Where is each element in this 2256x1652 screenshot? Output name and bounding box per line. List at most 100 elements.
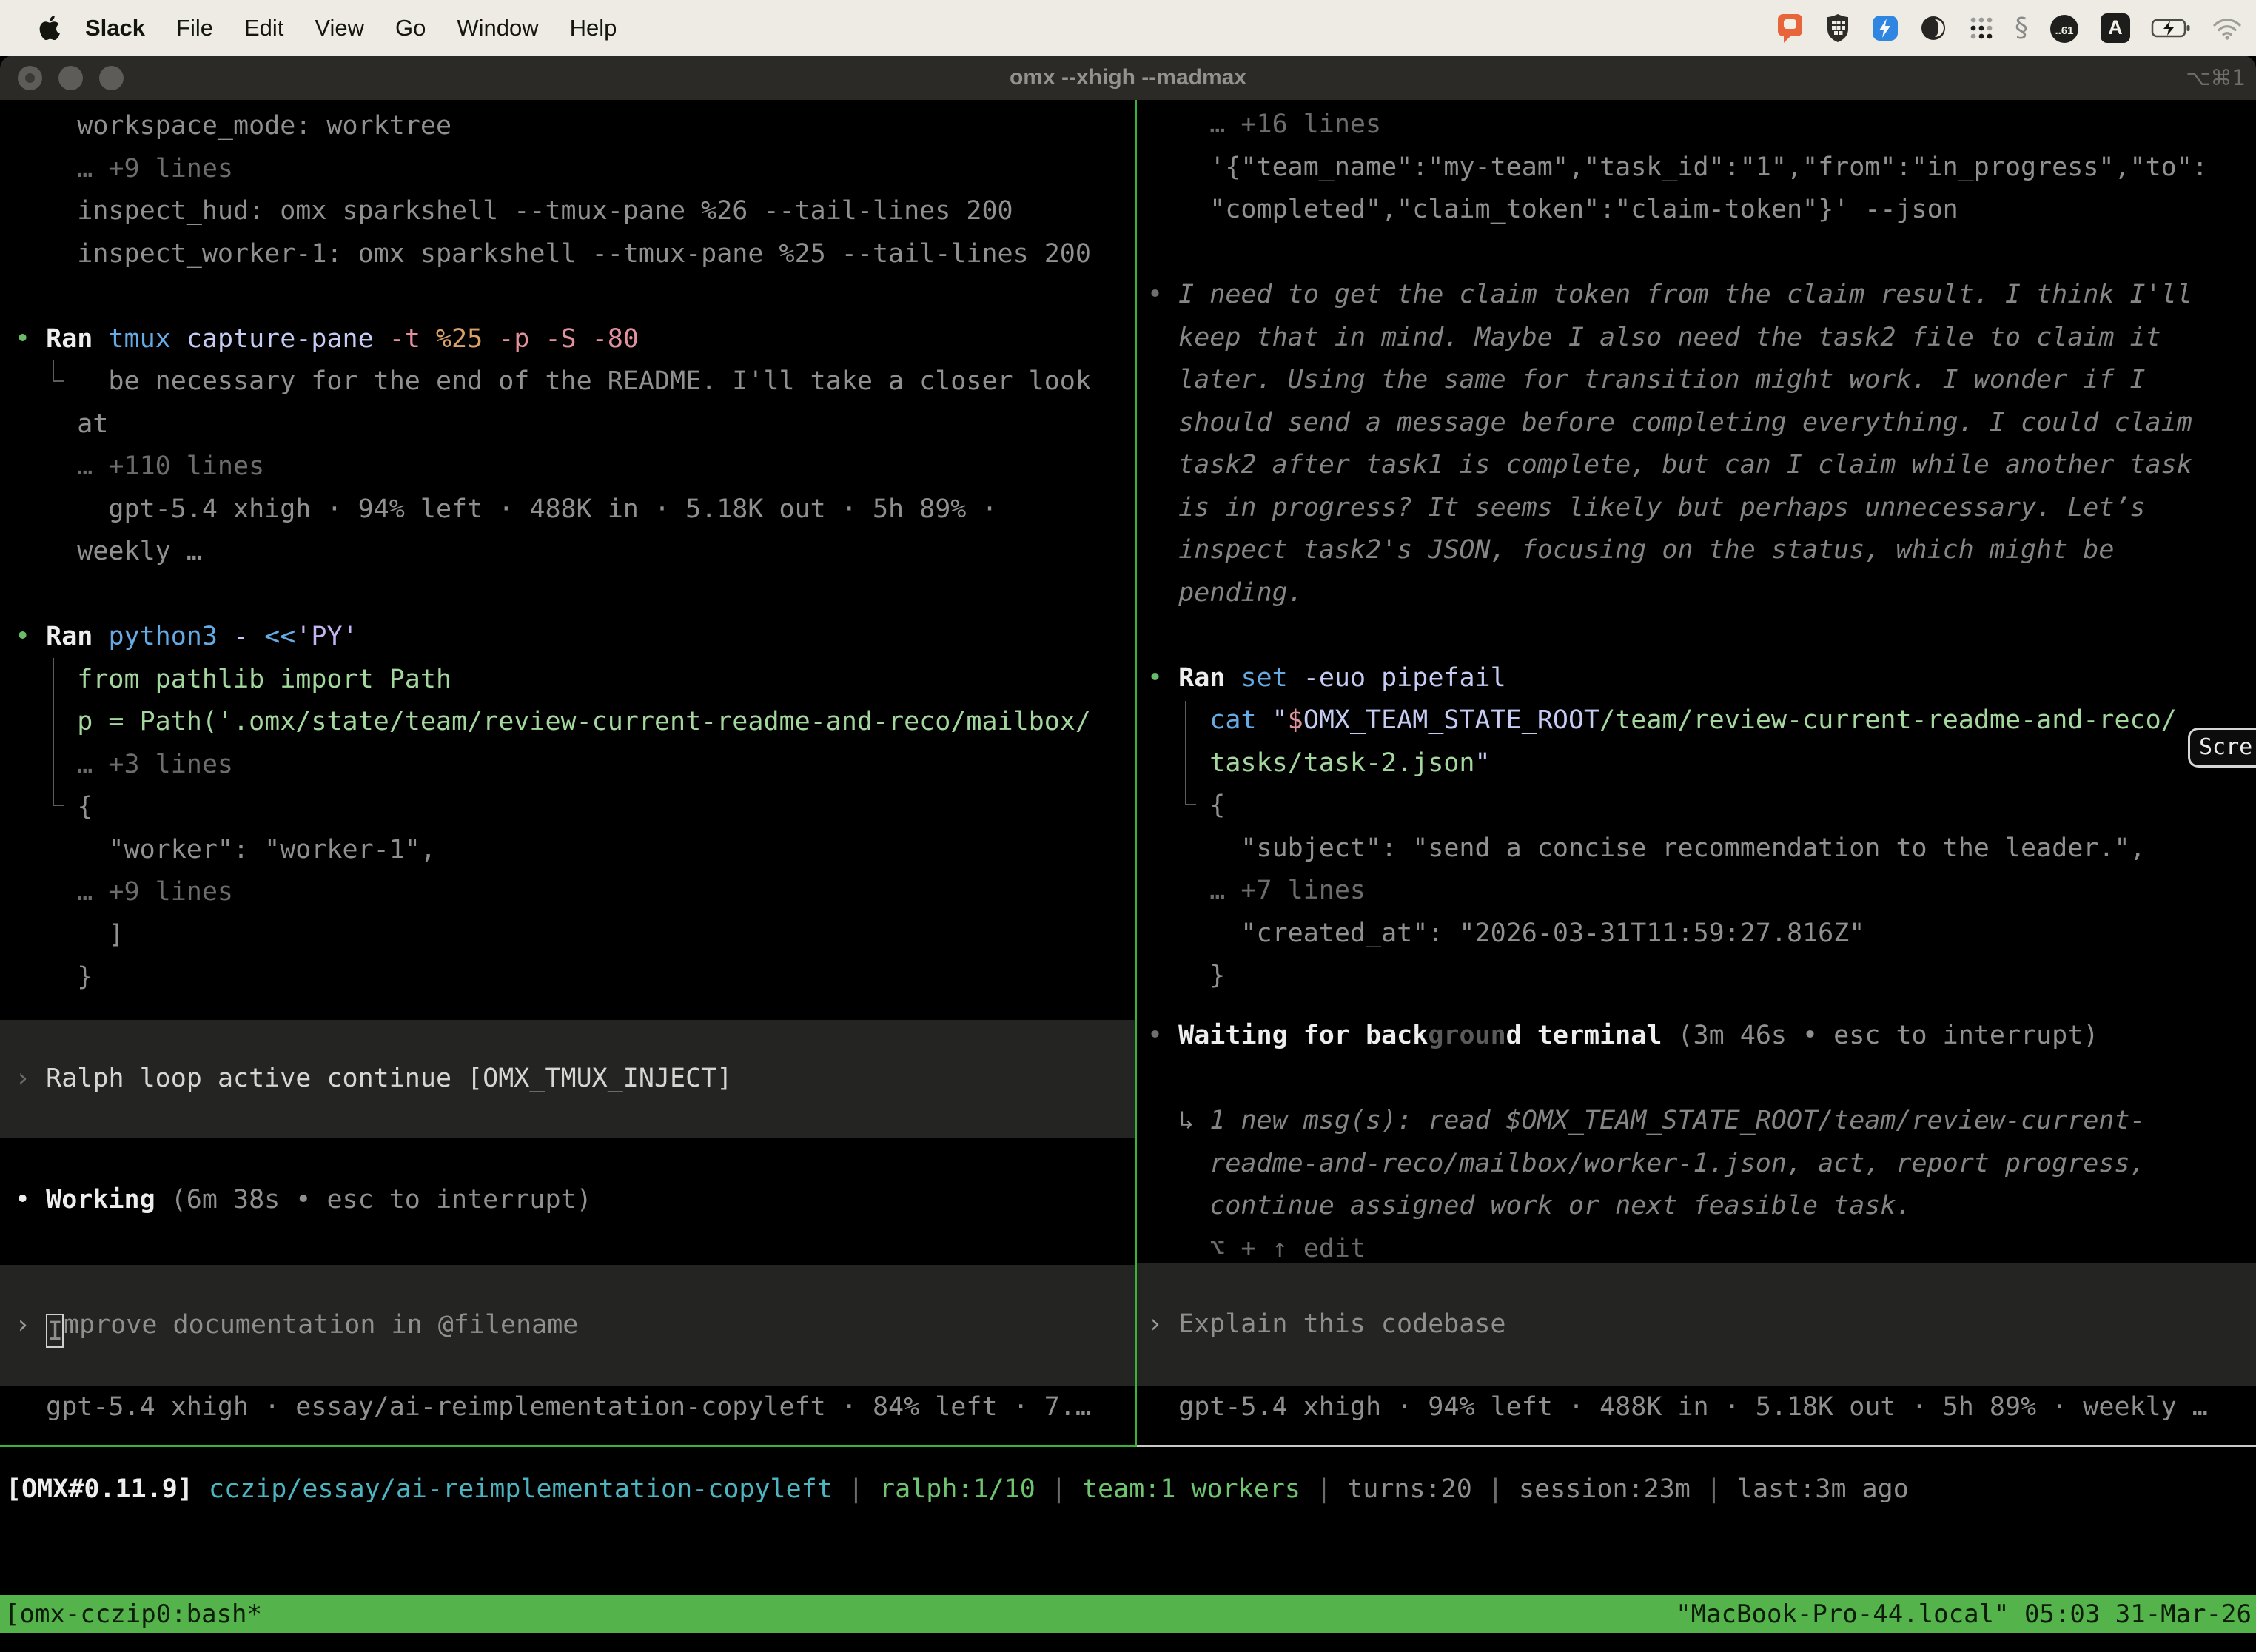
terminal-line bbox=[1147, 1058, 2256, 1101]
command-output-connector bbox=[53, 380, 64, 382]
contrast-crescent-icon[interactable] bbox=[1920, 13, 1948, 43]
tmux-status-bar: [omx-cczip0:bash* "MacBook-Pro-44.local"… bbox=[0, 1595, 2256, 1633]
apple-menu[interactable] bbox=[37, 16, 62, 41]
terminal-line: pending. bbox=[1147, 572, 2256, 615]
terminal-line: "created_at": "2026-03-31T11:59:27.816Z" bbox=[1147, 913, 2256, 956]
terminal-line: gpt-5.4 xhigh · 94% left · 488K in · 5.1… bbox=[1147, 1386, 2256, 1429]
terminal-line: "subject": "send a concise recommendatio… bbox=[1147, 827, 2256, 870]
prompt-caret: › bbox=[15, 1304, 46, 1347]
terminal-line: inspect_hud: omx sparkshell --tmux-pane … bbox=[15, 190, 1135, 233]
right-pane-output: … +16 lines '{"team_name":"my-team","tas… bbox=[1137, 100, 2256, 998]
terminal-line: cat "$OMX_TEAM_STATE_ROOT/team/review-cu… bbox=[1147, 699, 2256, 742]
menu-item-view[interactable]: View bbox=[315, 15, 364, 41]
prompt-placeholder: mprove documentation in @filename bbox=[64, 1310, 578, 1340]
terminal-line: [OMX#0.11.9] cczip/essay/ai-reimplementa… bbox=[6, 1468, 1909, 1511]
terminal-line: … +9 lines bbox=[15, 871, 1135, 914]
terminal-line: • Ran python3 - <<'PY' bbox=[15, 616, 1135, 659]
terminal-line: should send a message before completing … bbox=[1147, 402, 2256, 445]
battery-charging-icon[interactable] bbox=[2151, 18, 2191, 38]
terminal-line: • Ran set -euo pipefail bbox=[1147, 657, 2256, 700]
waiting-status-block: • Waiting for background terminal (3m 46… bbox=[1137, 1015, 2256, 1270]
terminal-line: continue assigned work or next feasible … bbox=[1147, 1185, 2256, 1228]
prompt-line: ›Explain this codebase bbox=[1147, 1303, 1506, 1346]
terminal-line: is in progress? It seems likely but perh… bbox=[1147, 487, 2256, 530]
working-status-line: • Working (6m 38s • esc to interrupt) bbox=[0, 1179, 1135, 1222]
terminal-line: workspace_mode: worktree bbox=[15, 105, 1135, 148]
menu-bar: Slack File Edit View Go Window Help § ..61 A bbox=[0, 0, 2256, 56]
screenshot-chat-icon[interactable] bbox=[1776, 12, 1805, 44]
pane-bottom-border-left bbox=[0, 1445, 1137, 1447]
apple-icon bbox=[39, 16, 60, 41]
terminal-line: … +7 lines bbox=[1147, 870, 2256, 913]
terminal-line: at bbox=[15, 403, 1135, 446]
terminal-line: readme-and-reco/mailbox/worker-1.json, a… bbox=[1147, 1143, 2256, 1186]
prompt-input-right[interactable]: ›Explain this codebase bbox=[1137, 1263, 2256, 1386]
shield-grid-icon[interactable] bbox=[1825, 13, 1850, 44]
terminal-line: } bbox=[1147, 955, 2256, 998]
prompt-line: ›Improve documentation in @filename bbox=[15, 1304, 578, 1348]
terminal-line bbox=[1147, 614, 2256, 657]
terminal-line: be necessary for the end of the README. … bbox=[15, 360, 1135, 403]
terminal-line bbox=[15, 574, 1135, 617]
window-titlebar[interactable]: omx --xhigh --madmax ⌥⌘1 bbox=[0, 56, 2256, 100]
terminal-content: workspace_mode: worktree … +9 lines insp… bbox=[0, 100, 2256, 1595]
window-shortcut-badge: ⌥⌘1 bbox=[2186, 56, 2246, 100]
terminal-line: tasks/task-2.json" bbox=[1147, 742, 2256, 785]
menu-item-window[interactable]: Window bbox=[457, 15, 538, 41]
terminal-line: ] bbox=[15, 914, 1135, 957]
terminal-line: › Ralph loop active continue [OMX_TMUX_I… bbox=[15, 1058, 732, 1101]
terminal-line: ↳ 1 new msg(s): read $OMX_TEAM_STATE_ROO… bbox=[1147, 1100, 2256, 1143]
menu-items: Slack File Edit View Go Window Help bbox=[70, 15, 632, 41]
text-cursor: I bbox=[46, 1314, 64, 1348]
terminal-line: … +16 lines bbox=[1147, 104, 2256, 147]
terminal-window: omx --xhigh --madmax ⌥⌘1 workspace_mode:… bbox=[0, 56, 2256, 1652]
terminal-line: gpt-5.4 xhigh · essay/ai-reimplementatio… bbox=[15, 1386, 1135, 1429]
terminal-line: … +110 lines bbox=[15, 446, 1135, 488]
terminal-line: • Ran tmux capture-pane -t %25 -p -S -80 bbox=[15, 318, 1135, 361]
squiggle-icon[interactable]: § bbox=[2015, 13, 2028, 43]
screen-overlay-badge: Scre bbox=[2188, 728, 2256, 768]
badge-61-icon[interactable]: ..61 bbox=[2049, 13, 2080, 44]
menu-item-help[interactable]: Help bbox=[570, 15, 617, 41]
menu-item-slack[interactable]: Slack bbox=[85, 15, 145, 41]
letter-a-icon[interactable]: A bbox=[2101, 13, 2130, 43]
wifi-icon[interactable] bbox=[2212, 16, 2243, 40]
terminal-line: • I need to get the claim token from the… bbox=[1147, 274, 2256, 317]
ralph-loop-notice-text: › Ralph loop active continue [OMX_TMUX_I… bbox=[15, 1058, 732, 1101]
right-model-status-line: gpt-5.4 xhigh · 94% left · 488K in · 5.1… bbox=[1137, 1386, 2256, 1429]
terminal-line: "completed","claim_token":"claim-token"}… bbox=[1147, 189, 2256, 232]
menu-item-file[interactable]: File bbox=[176, 15, 213, 41]
prompt-placeholder: Explain this codebase bbox=[1178, 1309, 1506, 1339]
window-title: omx --xhigh --madmax bbox=[0, 56, 2256, 100]
terminal-line: later. Using the same for transition mig… bbox=[1147, 359, 2256, 402]
blue-bolt-icon[interactable] bbox=[1871, 14, 1899, 42]
menu-bar-left: Slack File Edit View Go Window Help bbox=[0, 15, 632, 41]
dots-grid-icon[interactable] bbox=[1969, 16, 1994, 41]
terminal-line: inspect_worker-1: omx sparkshell --tmux-… bbox=[15, 233, 1135, 276]
command-output-connector bbox=[53, 658, 54, 806]
terminal-line: … +3 lines bbox=[15, 744, 1135, 787]
terminal-line: inspect task2's JSON, focusing on the st… bbox=[1147, 529, 2256, 572]
terminal-line: task2 after task1 is complete, but can I… bbox=[1147, 444, 2256, 487]
terminal-line: from pathlib import Path bbox=[15, 659, 1135, 702]
terminal-line: • Waiting for background terminal (3m 46… bbox=[1147, 1015, 2256, 1058]
prompt-caret: › bbox=[1147, 1303, 1178, 1346]
terminal-line: '{"team_name":"my-team","task_id":"1","f… bbox=[1147, 147, 2256, 189]
terminal-line: p = Path('.omx/state/team/review-current… bbox=[15, 701, 1135, 744]
tmux-host-clock-label: "MacBook-Pro-44.local" 05:03 31-Mar-26 bbox=[1676, 1599, 2252, 1629]
menu-item-edit[interactable]: Edit bbox=[244, 15, 283, 41]
terminal-line bbox=[1147, 232, 2256, 275]
left-pane-output: workspace_mode: worktree … +9 lines insp… bbox=[0, 100, 1135, 999]
menu-status-icons: § ..61 A bbox=[1776, 12, 2256, 44]
terminal-line: { bbox=[15, 786, 1135, 829]
tmux-session-label: [omx-cczip0:bash* bbox=[4, 1599, 262, 1629]
pane-left[interactable]: workspace_mode: worktree … +9 lines insp… bbox=[0, 100, 1135, 1447]
terminal-line: } bbox=[15, 956, 1135, 999]
terminal-line: "worker": "worker-1", bbox=[15, 829, 1135, 872]
prompt-input-left[interactable]: ›Improve documentation in @filename bbox=[0, 1265, 1135, 1386]
menu-item-go[interactable]: Go bbox=[395, 15, 426, 41]
command-output-connector bbox=[1185, 804, 1196, 805]
command-output-connector bbox=[53, 805, 64, 806]
pane-right[interactable]: … +16 lines '{"team_name":"my-team","tas… bbox=[1137, 100, 2256, 1447]
terminal-line: gpt-5.4 xhigh · 94% left · 488K in · 5.1… bbox=[15, 488, 1135, 531]
